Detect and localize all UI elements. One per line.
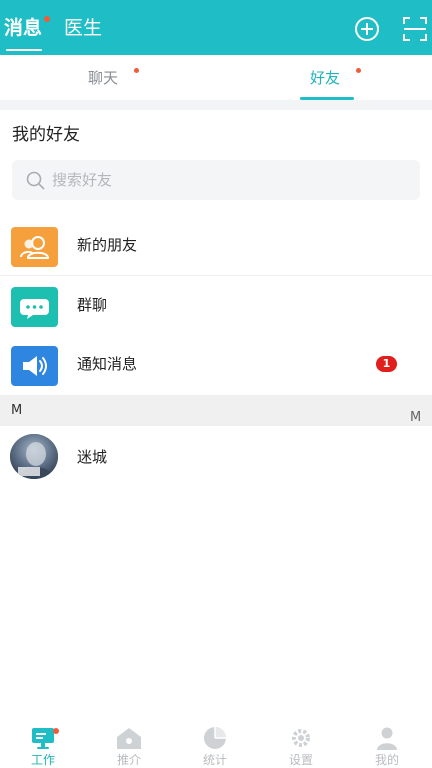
section-separator — [0, 100, 432, 110]
list-item-group-chat[interactable]: 群聊 — [0, 276, 432, 336]
contact-index-header: M — [0, 395, 432, 426]
nav-item-work[interactable]: 工作 — [0, 720, 86, 768]
new-friends-label: 新的朋友 — [77, 236, 138, 254]
search-input[interactable]: 搜索好友 — [12, 160, 420, 200]
nav-label-recommend: 推介 — [116, 753, 141, 767]
side-index-letter[interactable]: M — [410, 410, 421, 425]
nav-item-profile[interactable]: 我的 — [344, 720, 430, 768]
friends-unread-dot — [356, 68, 361, 73]
bottom-navigation: 工作 推介 统计 设置 我的 — [0, 720, 432, 768]
add-circle-icon[interactable] — [354, 16, 380, 42]
index-letter: M — [11, 403, 23, 418]
top-header: 消息 医生 — [0, 0, 432, 55]
messages-unread-dot — [44, 16, 50, 22]
nav-item-stats[interactable]: 统计 — [172, 720, 258, 768]
notification-icon — [11, 346, 58, 386]
nav-label-work: 工作 — [30, 753, 55, 767]
tab-messages-underline — [6, 49, 42, 51]
tab-doctors[interactable]: 医生 — [64, 16, 102, 40]
contact-row[interactable]: 迷城 — [0, 426, 432, 486]
chat-unread-dot — [134, 68, 139, 73]
nav-label-settings: 设置 — [288, 753, 313, 767]
group-chat-label: 群聊 — [77, 296, 108, 314]
tab-chat[interactable]: 聊天 — [88, 69, 118, 87]
list-item-notifications[interactable]: 通知消息 1 — [0, 335, 432, 395]
settings-icon — [292, 729, 310, 747]
nav-label-profile: 我的 — [374, 753, 399, 767]
group-chat-icon — [11, 287, 58, 327]
tab-friends[interactable]: 好友 — [310, 69, 340, 87]
avatar[interactable] — [10, 434, 58, 479]
nav-label-stats: 统计 — [202, 753, 227, 767]
list-item-new-friends[interactable]: 新的朋友 — [0, 216, 432, 276]
contact-name: 迷城 — [77, 448, 108, 466]
search-icon — [26, 171, 45, 190]
scan-icon[interactable] — [402, 16, 428, 42]
nav-item-recommend[interactable]: 推介 — [86, 720, 172, 768]
tab-messages[interactable]: 消息 — [4, 16, 42, 40]
nav-item-settings[interactable]: 设置 — [258, 720, 344, 768]
notifications-label: 通知消息 — [77, 355, 138, 373]
friends-subtabs: 聊天 好友 — [0, 55, 432, 100]
work-unread-dot — [53, 728, 59, 734]
new-friend-icon — [11, 227, 58, 267]
search-placeholder: 搜索好友 — [52, 171, 113, 189]
recommend-icon — [117, 728, 141, 749]
unread-badge: 1 — [376, 356, 397, 372]
page-title: 我的好友 — [12, 125, 80, 145]
stats-icon — [204, 727, 226, 749]
profile-icon — [377, 727, 397, 750]
